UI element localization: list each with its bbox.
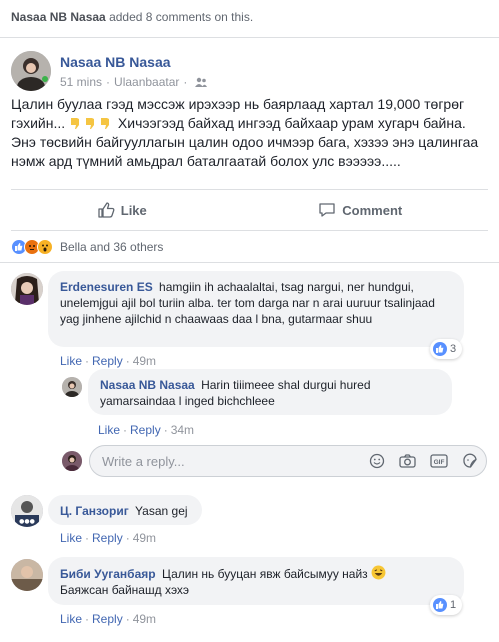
svg-text:GIF: GIF [434, 459, 445, 466]
thumbs-down-emoji-icon [101, 118, 110, 129]
comment-item: ●●● Ц. Ганзориг Yasan gej Like · Reply · 49m [0, 495, 499, 553]
comment-text: Цалин нь бууцан явж байсымуу найз [161, 567, 368, 581]
comment-actions: Like · Reply · 49m [60, 612, 156, 626]
laughing-emoji-icon [371, 565, 386, 580]
comment-actions: Like · Reply · 49m [60, 531, 156, 545]
comment-bubble: Биби Ууганбаяр Цалин нь бууцан явж байсы… [48, 557, 464, 605]
reply-composer: GIF [0, 445, 499, 487]
emoji-icon[interactable] [369, 453, 385, 469]
commenter-name[interactable]: Ц. Ганзориг [60, 504, 129, 518]
comment-button[interactable]: Comment [318, 201, 402, 219]
commenter-avatar[interactable] [62, 377, 82, 397]
separator: · [123, 423, 128, 437]
post-actions: Like Comment [11, 189, 488, 231]
author-avatar[interactable] [11, 51, 51, 91]
svg-text:●●●: ●●● [19, 518, 35, 525]
reply-reply-link[interactable]: Reply [130, 423, 161, 437]
activity-header: Nasaa NB Nasaa added 8 comments on this. [0, 0, 499, 38]
comment-label: Comment [342, 202, 403, 218]
my-avatar[interactable] [62, 451, 82, 471]
comment-bubble: Ц. Ганзориг Yasan gej [48, 495, 202, 525]
post-text: Цалин буулаа гээд мэссэж ирэхээр нь баяр… [0, 95, 499, 171]
reply-item: Nasaa NB Nasaa Harin tiiimeee shal durgu… [0, 369, 499, 443]
separator: · [85, 612, 90, 626]
gif-icon[interactable]: GIF [430, 453, 448, 469]
comment-text: Yasan gej [135, 504, 188, 518]
separator: · [85, 531, 90, 545]
meta-separator: · [106, 75, 111, 89]
like-button[interactable]: Like [97, 201, 147, 219]
comment-reply-link[interactable]: Reply [92, 531, 123, 545]
like-reaction-icon [433, 342, 447, 356]
reply-box[interactable]: GIF [89, 445, 487, 477]
comment-like-link[interactable]: Like [60, 354, 82, 368]
commenter-avatar[interactable] [11, 559, 43, 591]
post-author[interactable]: Nasaa NB Nasaa [60, 54, 171, 70]
commenter-avatar[interactable] [11, 273, 43, 305]
reply-actions: Like · Reply · 34m [98, 423, 194, 437]
comment-likes-badge[interactable]: 3 [430, 339, 463, 359]
commenter-name[interactable]: Erdenesuren ES [60, 280, 153, 294]
wow-reaction-icon [37, 238, 53, 255]
reactions-text: Bella and 36 others [60, 239, 164, 254]
separator: · [163, 423, 168, 437]
comment-like-link[interactable]: Like [60, 531, 82, 545]
post-location[interactable]: Ulaanbaatar [114, 75, 179, 89]
commenter-name[interactable]: Nasaa NB Nasaa [100, 378, 195, 392]
separator: · [125, 354, 130, 368]
post-time[interactable]: 51 mins [60, 75, 102, 89]
separator: · [125, 531, 130, 545]
camera-icon[interactable] [399, 453, 416, 469]
like-label: Like [120, 202, 147, 218]
reply-time[interactable]: 34m [171, 423, 194, 437]
reply-like-link[interactable]: Like [98, 423, 120, 437]
comment-bubble: Erdenesuren ES hamgiin ih achaalaltai, t… [48, 271, 464, 347]
comment-reply-link[interactable]: Reply [92, 354, 123, 368]
thumbs-up-icon [98, 202, 115, 218]
comment-likes-count: 3 [450, 343, 457, 355]
post-header: Nasaa NB Nasaa 51 mins · Ulaanbaatar · [0, 50, 499, 106]
comment-likes-count: 1 [450, 599, 457, 611]
commenter-name[interactable]: Биби Ууганбаяр [60, 567, 156, 581]
reply-input[interactable] [102, 453, 369, 469]
thumbs-down-emoji-icon [71, 118, 80, 129]
comment-actions: Like · Reply · 49m [60, 354, 156, 368]
comment-time[interactable]: 49m [133, 354, 156, 368]
comment-item: Биби Ууганбаяр Цалин нь бууцан явж байсы… [0, 557, 499, 635]
comment-reply-link[interactable]: Reply [92, 612, 123, 626]
post-meta: 51 mins · Ulaanbaatar · [60, 75, 208, 89]
friends-icon[interactable] [195, 77, 208, 87]
sticker-icon[interactable] [462, 453, 478, 469]
meta-separator: · [183, 75, 188, 89]
comment-icon [319, 203, 335, 217]
separator: · [85, 354, 90, 368]
comment-likes-badge[interactable]: 1 [430, 595, 463, 615]
commenter-avatar[interactable]: ●●● [11, 495, 43, 527]
comment-like-link[interactable]: Like [60, 612, 82, 626]
comment-item: Erdenesuren ES hamgiin ih achaalaltai, t… [0, 271, 499, 371]
reply-bubble: Nasaa NB Nasaa Harin tiiimeee shal durgu… [88, 369, 452, 415]
comment-text-line2: Баяжсан байнашд хэхэ [60, 583, 190, 597]
activity-text: added 8 comments on this. [105, 10, 254, 24]
activity-author[interactable]: Nasaa NB Nasaa [11, 10, 106, 24]
like-reaction-icon [433, 598, 447, 612]
comment-time[interactable]: 49m [133, 612, 156, 626]
separator: · [125, 612, 130, 626]
reactions-summary[interactable]: Bella and 36 others [0, 231, 499, 263]
comments-section: Erdenesuren ES hamgiin ih achaalaltai, t… [0, 263, 499, 635]
thumbs-down-emoji-icon [86, 118, 95, 129]
comment-time[interactable]: 49m [133, 531, 156, 545]
